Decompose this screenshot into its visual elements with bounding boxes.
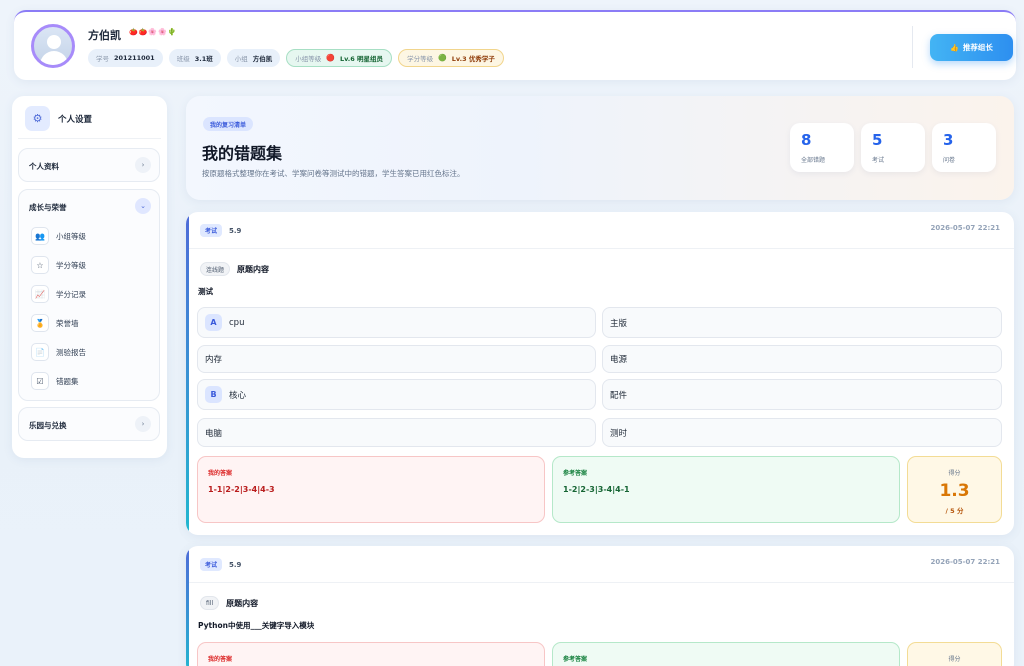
chart-line-icon: 📈 xyxy=(31,285,49,303)
score-box: 得分 1.3 / 5 分 xyxy=(907,456,1002,523)
avatar[interactable] xyxy=(31,24,75,68)
my-answer-value: 1-1|2-2|3-4|4-3 xyxy=(208,485,275,494)
wrong-questions-hero: 我的复习清单 我的错题集 按原题格式整理你在考试、学案问卷等测试中的错题，学生答… xyxy=(186,96,1014,200)
sidebar-group-growth: 成长与荣誉 ⌄ 👥 小组等级 ☆ 学分等级 📈 学分记录 🏅 荣誉墙 📄 测验报告 ☑ 错题… xyxy=(18,189,160,401)
reference-answer-box: 参考答案 1-2|2-3|3-4|4-1 xyxy=(552,456,900,523)
option-item: Acpu xyxy=(197,307,596,338)
profile-card: 方伯凯 🍅🍅🌸🌸🌵 学号 201211001 班级 3.1班 小组 方伯凯 小组等级 🔴… xyxy=(14,10,1016,80)
chevron-right-icon[interactable]: › xyxy=(135,157,151,173)
medal-icon: 🏅 xyxy=(31,314,49,332)
thumbs-up-icon: 👍 xyxy=(950,43,959,52)
original-label: 原题内容 xyxy=(226,598,259,608)
question-card: 考试 5.9 2026-05-07 22:21 连线题 原题内容 测试 Acpu… xyxy=(186,212,1014,535)
option-item: 电源 xyxy=(602,345,1002,373)
page-subtitle: 按原题格式整理你在考试、学案问卷等测试中的错题，学生答案已用红色标注。 xyxy=(202,169,465,178)
group-level-chip: 小组等级 🔴 Lv.6 明星组员 xyxy=(286,49,393,67)
users-icon: 👥 xyxy=(31,227,49,245)
question-stem: 测试 xyxy=(198,287,213,296)
sidebar-item-group-level[interactable]: 👥 小组等级 xyxy=(31,227,86,245)
settings-sidebar: ⚙ 个人设置 个人资料 › 成长与荣誉 ⌄ 👥 小组等级 ☆ 学分等级 📈 学分记录 … xyxy=(12,96,167,458)
score-value: 1.3 xyxy=(939,481,970,501)
student-id-chip: 学号 201211001 xyxy=(88,49,163,67)
chevron-down-icon[interactable]: ⌄ xyxy=(135,198,151,214)
my-answer-box: 我的答案 1-1|2-2|3-4|4-3 xyxy=(197,456,545,523)
sidebar-item-credit-level[interactable]: ☆ 学分等级 xyxy=(31,256,86,274)
credit-level-chip: 学分等级 🟢 Lv.3 优秀学子 xyxy=(398,49,504,67)
reference-answer-box: 参考答案 xyxy=(552,642,900,666)
sidebar-group-park[interactable]: 乐园与兑换 › xyxy=(18,407,160,441)
sidebar-group-growth-label[interactable]: 成长与荣誉 xyxy=(29,202,67,213)
group-chip: 小组 方伯凯 xyxy=(226,49,281,67)
score-total: / 5 分 xyxy=(945,507,964,515)
document-icon: 📄 xyxy=(31,343,49,361)
option-item: B 核心 xyxy=(197,379,596,410)
exam-name: 5.9 xyxy=(229,226,242,235)
achievement-badges: 🍅🍅🌸🌸🌵 xyxy=(129,28,178,36)
reference-answer-value: 1-2|2-3|3-4|4-1 xyxy=(563,485,630,494)
option-item: 内存 xyxy=(197,345,596,373)
question-stem: Python中使用___关键字导入模块 xyxy=(198,621,315,630)
question-card: 考试 5.9 2026-05-07 22:21 fill 原题内容 Python… xyxy=(186,546,1014,666)
user-name: 方伯凯 xyxy=(88,29,121,42)
profile-chips: 学号 201211001 班级 3.1班 小组 方伯凯 小组等级 🔴 Lv.6 明星组员 … xyxy=(88,49,504,67)
green-gem-icon: 🟢 xyxy=(438,54,447,62)
exam-name: 5.9 xyxy=(229,560,242,569)
source-tag: 考试 xyxy=(200,558,223,571)
sidebar-item-quiz-report[interactable]: 📄 测验报告 xyxy=(31,343,86,361)
option-item: 测时 xyxy=(602,418,1002,447)
timestamp: 2026-05-07 22:21 xyxy=(930,224,1001,232)
recommend-leader-button[interactable]: 👍 推荐组长 xyxy=(930,34,1013,61)
gear-icon: ⚙ xyxy=(25,106,50,131)
score-box: 得分 xyxy=(907,642,1002,666)
question-type-tag: 连线题 xyxy=(200,262,231,276)
original-label: 原题内容 xyxy=(237,264,270,274)
sidebar-item-credit-records[interactable]: 📈 学分记录 xyxy=(31,285,86,303)
checkbox-icon: ☑ xyxy=(31,372,49,390)
stat-survey[interactable]: 3 问卷 xyxy=(932,123,996,172)
question-type-tag: fill xyxy=(200,596,220,610)
sidebar-title: 个人设置 xyxy=(58,114,93,125)
page-title: 我的错题集 xyxy=(202,144,283,163)
option-item: 主版 xyxy=(602,307,1002,338)
chevron-right-icon[interactable]: › xyxy=(135,416,151,432)
red-gem-icon: 🔴 xyxy=(326,54,335,62)
source-tag: 考试 xyxy=(200,224,223,237)
sidebar-item-honor-wall[interactable]: 🏅 荣誉墙 xyxy=(31,314,79,332)
sidebar-item-wrong-questions[interactable]: ☑ 错题集 xyxy=(31,372,79,390)
sidebar-header: ⚙ 个人设置 xyxy=(25,106,92,131)
timestamp: 2026-05-07 22:21 xyxy=(930,558,1001,566)
review-list-pill: 我的复习清单 xyxy=(203,117,254,131)
class-chip: 班级 3.1班 xyxy=(168,49,221,67)
option-item: 电脑 xyxy=(197,418,596,447)
star-icon: ☆ xyxy=(31,256,49,274)
stat-exam[interactable]: 5 考试 xyxy=(861,123,925,172)
divider xyxy=(912,26,913,68)
my-answer-box: 我的答案 xyxy=(197,642,545,666)
stat-all[interactable]: 8 全部错题 xyxy=(790,123,854,172)
sidebar-group-profile[interactable]: 个人资料 › xyxy=(18,148,160,182)
option-item: 配件 xyxy=(602,379,1002,410)
